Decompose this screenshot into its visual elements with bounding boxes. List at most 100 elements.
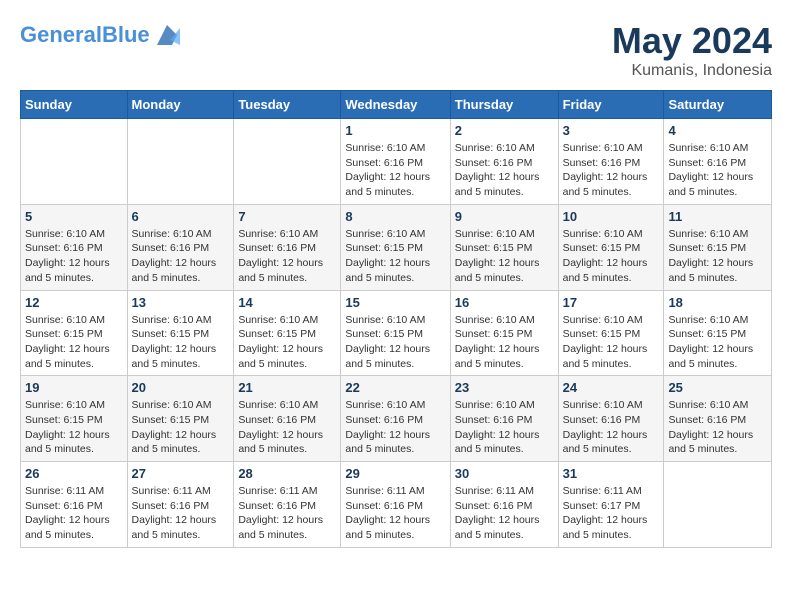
calendar-cell: 2 Sunrise: 6:10 AM Sunset: 6:16 PM Daylig…	[450, 119, 558, 205]
calendar-cell: 22 Sunrise: 6:10 AM Sunset: 6:16 PM Dayli…	[341, 376, 450, 462]
day-info: Sunrise: 6:10 AM Sunset: 6:16 PM Dayligh…	[238, 227, 336, 286]
weekday-header-monday: Monday	[127, 91, 234, 119]
calendar-cell: 24Sunrise: 6:10 AM Sunset: 6:16 PM Dayli…	[558, 376, 664, 462]
day-info: Sunrise: 6:10 AM Sunset: 6:15 PM Dayligh…	[132, 313, 230, 372]
day-info: Sunrise: 6:10 AM Sunset: 6:16 PM Dayligh…	[455, 141, 554, 200]
day-number: 21	[238, 380, 336, 395]
calendar-cell: 17Sunrise: 6:10 AM Sunset: 6:15 PM Dayli…	[558, 290, 664, 376]
calendar-cell: 1 Sunrise: 6:10 AM Sunset: 6:16 PM Daylig…	[341, 119, 450, 205]
day-info: Sunrise: 6:10 AM Sunset: 6:16 PM Dayligh…	[455, 398, 554, 457]
day-number: 12	[25, 295, 123, 310]
day-number: 26	[25, 466, 123, 481]
calendar-cell: 26 Sunrise: 6:11 AM Sunset: 6:16 PM Dayli…	[21, 462, 128, 548]
day-info: Sunrise: 6:10 AM Sunset: 6:16 PM Dayligh…	[25, 227, 123, 286]
day-number: 30	[455, 466, 554, 481]
calendar-week-row: 12 Sunrise: 6:10 AM Sunset: 6:15 PM Dayli…	[21, 290, 772, 376]
day-number: 11	[668, 209, 767, 224]
calendar-cell: 13 Sunrise: 6:10 AM Sunset: 6:15 PM Dayli…	[127, 290, 234, 376]
day-number: 22	[345, 380, 445, 395]
day-info: Sunrise: 6:10 AM Sunset: 6:15 PM Dayligh…	[668, 313, 767, 372]
day-number: 19	[25, 380, 123, 395]
day-number: 6	[132, 209, 230, 224]
day-number: 8	[345, 209, 445, 224]
calendar-cell: 4 Sunrise: 6:10 AM Sunset: 6:16 PM Daylig…	[664, 119, 772, 205]
day-number: 2	[455, 123, 554, 138]
month-year-title: May 2024	[612, 20, 772, 62]
weekday-header-thursday: Thursday	[450, 91, 558, 119]
day-number: 27	[132, 466, 230, 481]
weekday-header-wednesday: Wednesday	[341, 91, 450, 119]
location-subtitle: Kumanis, Indonesia	[612, 62, 772, 80]
calendar-cell: 28 Sunrise: 6:11 AM Sunset: 6:16 PM Dayli…	[234, 462, 341, 548]
day-info: Sunrise: 6:10 AM Sunset: 6:16 PM Dayligh…	[132, 227, 230, 286]
calendar-cell: 5Sunrise: 6:10 AM Sunset: 6:16 PM Daylig…	[21, 204, 128, 290]
calendar-cell	[21, 119, 128, 205]
day-info: Sunrise: 6:11 AM Sunset: 6:16 PM Dayligh…	[25, 484, 123, 543]
day-info: Sunrise: 6:10 AM Sunset: 6:15 PM Dayligh…	[25, 398, 123, 457]
calendar-table: SundayMondayTuesdayWednesdayThursdayFrid…	[20, 90, 772, 548]
day-info: Sunrise: 6:10 AM Sunset: 6:16 PM Dayligh…	[563, 141, 660, 200]
logo-text: GeneralBlue	[20, 23, 150, 47]
day-number: 17	[563, 295, 660, 310]
day-number: 18	[668, 295, 767, 310]
day-number: 7	[238, 209, 336, 224]
title-block: May 2024 Kumanis, Indonesia	[612, 20, 772, 80]
calendar-cell: 23Sunrise: 6:10 AM Sunset: 6:16 PM Dayli…	[450, 376, 558, 462]
calendar-cell	[664, 462, 772, 548]
day-info: Sunrise: 6:11 AM Sunset: 6:16 PM Dayligh…	[132, 484, 230, 543]
logo: GeneralBlue	[20, 20, 182, 50]
day-info: Sunrise: 6:10 AM Sunset: 6:15 PM Dayligh…	[563, 227, 660, 286]
day-number: 20	[132, 380, 230, 395]
weekday-header-sunday: Sunday	[21, 91, 128, 119]
calendar-week-row: 26 Sunrise: 6:11 AM Sunset: 6:16 PM Dayli…	[21, 462, 772, 548]
day-number: 31	[563, 466, 660, 481]
day-info: Sunrise: 6:10 AM Sunset: 6:16 PM Dayligh…	[668, 398, 767, 457]
calendar-cell: 14 Sunrise: 6:10 AM Sunset: 6:15 PM Dayli…	[234, 290, 341, 376]
weekday-header-tuesday: Tuesday	[234, 91, 341, 119]
day-number: 14	[238, 295, 336, 310]
day-info: Sunrise: 6:10 AM Sunset: 6:15 PM Dayligh…	[238, 313, 336, 372]
weekday-header-friday: Friday	[558, 91, 664, 119]
day-info: Sunrise: 6:11 AM Sunset: 6:16 PM Dayligh…	[238, 484, 336, 543]
day-number: 29	[345, 466, 445, 481]
day-number: 15	[345, 295, 445, 310]
day-info: Sunrise: 6:10 AM Sunset: 6:16 PM Dayligh…	[345, 398, 445, 457]
day-info: Sunrise: 6:10 AM Sunset: 6:16 PM Dayligh…	[345, 141, 445, 200]
logo-general: General	[20, 22, 102, 47]
calendar-cell: 16Sunrise: 6:10 AM Sunset: 6:15 PM Dayli…	[450, 290, 558, 376]
day-number: 3	[563, 123, 660, 138]
calendar-cell: 20Sunrise: 6:10 AM Sunset: 6:15 PM Dayli…	[127, 376, 234, 462]
calendar-cell: 19 Sunrise: 6:10 AM Sunset: 6:15 PM Dayli…	[21, 376, 128, 462]
weekday-header-saturday: Saturday	[664, 91, 772, 119]
calendar-cell: 18 Sunrise: 6:10 AM Sunset: 6:15 PM Dayli…	[664, 290, 772, 376]
day-info: Sunrise: 6:10 AM Sunset: 6:16 PM Dayligh…	[238, 398, 336, 457]
day-number: 1	[345, 123, 445, 138]
calendar-cell: 10 Sunrise: 6:10 AM Sunset: 6:15 PM Dayli…	[558, 204, 664, 290]
calendar-week-row: 1 Sunrise: 6:10 AM Sunset: 6:16 PM Daylig…	[21, 119, 772, 205]
day-number: 9	[455, 209, 554, 224]
logo-blue: Blue	[102, 22, 150, 47]
calendar-cell: 29 Sunrise: 6:11 AM Sunset: 6:16 PM Dayli…	[341, 462, 450, 548]
day-number: 4	[668, 123, 767, 138]
calendar-cell: 15Sunrise: 6:10 AM Sunset: 6:15 PM Dayli…	[341, 290, 450, 376]
day-number: 16	[455, 295, 554, 310]
weekday-header-row: SundayMondayTuesdayWednesdayThursdayFrid…	[21, 91, 772, 119]
day-number: 10	[563, 209, 660, 224]
day-info: Sunrise: 6:10 AM Sunset: 6:16 PM Dayligh…	[563, 398, 660, 457]
day-info: Sunrise: 6:10 AM Sunset: 6:15 PM Dayligh…	[345, 227, 445, 286]
calendar-cell: 9 Sunrise: 6:10 AM Sunset: 6:15 PM Daylig…	[450, 204, 558, 290]
day-info: Sunrise: 6:10 AM Sunset: 6:15 PM Dayligh…	[25, 313, 123, 372]
page-header: GeneralBlue May 2024 Kumanis, Indonesia	[20, 20, 772, 80]
day-number: 28	[238, 466, 336, 481]
calendar-cell: 25Sunrise: 6:10 AM Sunset: 6:16 PM Dayli…	[664, 376, 772, 462]
day-info: Sunrise: 6:11 AM Sunset: 6:16 PM Dayligh…	[345, 484, 445, 543]
calendar-cell: 30 Sunrise: 6:11 AM Sunset: 6:16 PM Dayli…	[450, 462, 558, 548]
calendar-week-row: 19 Sunrise: 6:10 AM Sunset: 6:15 PM Dayli…	[21, 376, 772, 462]
calendar-cell: 6 Sunrise: 6:10 AM Sunset: 6:16 PM Daylig…	[127, 204, 234, 290]
calendar-cell: 7 Sunrise: 6:10 AM Sunset: 6:16 PM Daylig…	[234, 204, 341, 290]
day-number: 13	[132, 295, 230, 310]
day-info: Sunrise: 6:10 AM Sunset: 6:15 PM Dayligh…	[455, 227, 554, 286]
calendar-cell: 21 Sunrise: 6:10 AM Sunset: 6:16 PM Dayli…	[234, 376, 341, 462]
day-info: Sunrise: 6:10 AM Sunset: 6:16 PM Dayligh…	[668, 141, 767, 200]
day-info: Sunrise: 6:11 AM Sunset: 6:16 PM Dayligh…	[455, 484, 554, 543]
